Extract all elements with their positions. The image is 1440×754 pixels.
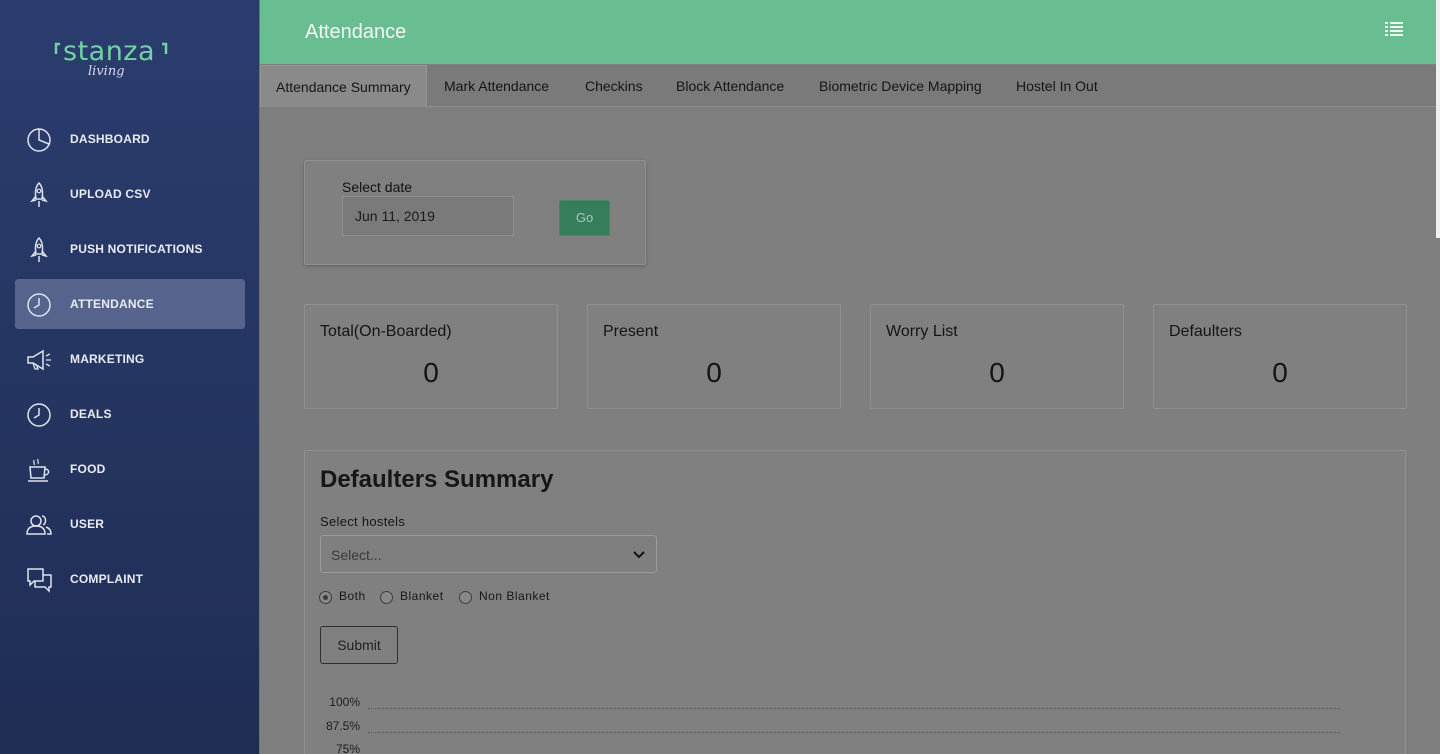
sidebar-item-push-notifications[interactable]: PUSH NOTIFICATIONS — [15, 224, 245, 274]
stat-value: 0 — [989, 357, 1005, 388]
go-button[interactable]: Go — [559, 200, 610, 236]
sidebar-divider — [259, 0, 260, 754]
stat-card-present: Present 0 — [587, 304, 841, 409]
radio-label: Blanket — [400, 589, 444, 603]
sidebar-item-complaint[interactable]: COMPLAINT — [15, 554, 245, 604]
date-filter-card: Select date Jun 11, 2019 Go — [304, 160, 646, 265]
chevron-down-icon — [633, 551, 645, 559]
stat-title: Present — [603, 323, 659, 340]
stat-card-defaulters: Defaulters 0 — [1153, 304, 1407, 409]
sidebar-item-label: MARKETING — [70, 352, 145, 366]
sidebar-item-label: USER — [70, 517, 105, 531]
tab-checkins[interactable]: Checkins — [585, 65, 643, 107]
stat-title: Worry List — [886, 323, 958, 340]
radio-label: Both — [339, 589, 366, 603]
y-tick-label: 87.5% — [325, 719, 360, 733]
sidebar-item-label: ATTENDANCE — [70, 297, 154, 311]
y-tick-label: 100% — [329, 695, 360, 709]
coffee-cup-icon — [28, 458, 50, 482]
logo-script: living — [88, 64, 125, 79]
section-title: Defaulters Summary — [320, 466, 554, 493]
stat-value: 0 — [1272, 357, 1288, 388]
stat-card-worry-list: Worry List 0 — [870, 304, 1124, 409]
hostels-select-label: Select hostels — [320, 514, 406, 529]
radio-non-blanket[interactable] — [459, 591, 472, 604]
stat-value: 0 — [423, 357, 439, 388]
sidebar-item-user[interactable]: USER — [15, 499, 245, 549]
radio-label: Non Blanket — [479, 589, 550, 603]
rocket-icon — [30, 181, 48, 207]
date-label: Select date — [342, 179, 413, 195]
megaphone-icon — [27, 349, 51, 371]
sidebar-item-attendance[interactable]: ATTENDANCE — [15, 279, 245, 329]
hostels-select[interactable]: Select... — [320, 535, 657, 573]
sidebar-item-dashboard[interactable]: DASHBOARD — [15, 114, 245, 164]
defaulters-summary-card: Defaulters Summary Select hostels Select… — [304, 450, 1406, 754]
sidebar-item-label: FOOD — [70, 462, 106, 476]
radio-both[interactable] — [319, 591, 332, 604]
sidebar: stanza living DASHBOARD UPLOAD CSV PUSH … — [0, 0, 259, 754]
sidebar-item-label: DEALS — [70, 407, 112, 421]
chat-bubbles-icon — [27, 568, 52, 593]
pie-chart-icon — [27, 128, 51, 152]
stanza-logo[interactable]: stanza living — [54, 36, 174, 92]
users-icon — [26, 515, 52, 535]
scrollbar-thumb[interactable] — [1436, 0, 1440, 238]
logo-word: stanza — [63, 36, 156, 67]
clock-icon — [27, 293, 51, 317]
y-tick-label: 75% — [335, 742, 360, 754]
sidebar-item-label: DASHBOARD — [70, 132, 150, 146]
tab-mark-attendance[interactable]: Mark Attendance — [444, 65, 549, 107]
stat-value: 0 — [706, 357, 722, 388]
grid-line — [368, 732, 1340, 733]
sidebar-item-deals[interactable]: DEALS — [15, 389, 245, 439]
tab-attendance-summary[interactable]: Attendance Summary — [260, 65, 427, 107]
date-input[interactable]: Jun 11, 2019 — [342, 196, 514, 236]
submit-button[interactable]: Submit — [320, 626, 398, 664]
tab-hostel-in-out[interactable]: Hostel In Out — [1016, 65, 1098, 107]
page-title: Attendance — [305, 21, 407, 43]
grid-line — [368, 708, 1340, 709]
rocket-icon — [30, 236, 48, 262]
tab-block-attendance[interactable]: Block Attendance — [676, 65, 784, 107]
sidebar-item-food[interactable]: FOOD — [15, 444, 245, 494]
top-header: Attendance — [260, 0, 1436, 64]
sidebar-item-label: UPLOAD CSV — [70, 187, 151, 201]
stat-title: Defaulters — [1169, 323, 1242, 340]
sidebar-item-marketing[interactable]: MARKETING — [15, 334, 245, 384]
clock-icon — [27, 403, 51, 427]
select-placeholder: Select... — [331, 547, 382, 563]
stat-card-total: Total(On-Boarded) 0 — [304, 304, 558, 409]
stat-title: Total(On-Boarded) — [320, 323, 452, 340]
list-icon[interactable] — [1385, 21, 1403, 37]
sidebar-item-upload-csv[interactable]: UPLOAD CSV — [15, 169, 245, 219]
radio-blanket[interactable] — [380, 591, 393, 604]
sidebar-item-label: PUSH NOTIFICATIONS — [70, 242, 203, 256]
sidebar-item-label: COMPLAINT — [70, 572, 144, 586]
tab-biometric-device-mapping[interactable]: Biometric Device Mapping — [819, 65, 982, 107]
tab-bar: Attendance Summary Mark Attendance Check… — [260, 65, 1436, 107]
